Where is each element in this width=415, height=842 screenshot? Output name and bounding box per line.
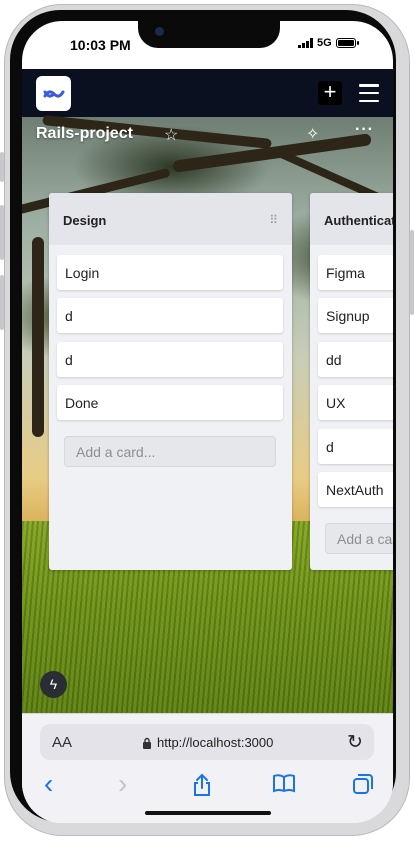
card[interactable]: dd (318, 342, 393, 377)
mute-switch (0, 152, 4, 182)
hamburger-menu-icon[interactable] (359, 84, 379, 102)
card[interactable]: UX (318, 385, 393, 420)
list-title: Design (63, 213, 107, 228)
list-header[interactable]: Authentication (310, 193, 393, 245)
drag-handle-icon[interactable]: ⠿ (269, 213, 278, 227)
volume-down-button (0, 275, 4, 330)
list-design: Design ⠿ Login d d Done Add a card... (49, 193, 292, 570)
power-button (410, 230, 414, 315)
board-title[interactable]: Rails-project (36, 125, 133, 143)
lock-icon (142, 737, 152, 752)
forward-icon[interactable]: › (118, 768, 127, 800)
network-label: 5G (317, 37, 332, 49)
camera-icon (155, 27, 164, 36)
share-icon[interactable] (192, 773, 212, 803)
card[interactable]: NextAuth (318, 472, 393, 507)
volume-up-button (0, 205, 4, 260)
list-authentication: Authentication Figma Signup dd UX d Next… (310, 193, 393, 570)
status-time: 10:03 PM (70, 37, 131, 53)
logo-mark-icon (43, 89, 64, 98)
card[interactable]: d (57, 298, 283, 333)
tabs-icon[interactable] (352, 773, 374, 801)
card[interactable]: Done (57, 385, 283, 420)
url-text: http://localhost:3000 (157, 735, 274, 750)
card[interactable]: d (318, 429, 393, 464)
app-navbar: + (22, 69, 393, 117)
bookmarks-icon[interactable] (272, 773, 296, 799)
home-indicator[interactable] (145, 811, 271, 815)
battery-icon (335, 38, 359, 48)
list-title: Authentication (324, 213, 393, 228)
app-logo[interactable] (36, 76, 71, 111)
status-indicators: 5G (298, 37, 359, 49)
add-card-input[interactable]: Add a card... (325, 523, 393, 554)
card[interactable]: d (57, 342, 283, 377)
sparkle-icon[interactable]: ✧ (306, 124, 319, 144)
card[interactable]: Figma (318, 255, 393, 290)
signal-icon (298, 38, 313, 48)
card[interactable]: Signup (318, 298, 393, 333)
add-button[interactable]: + (318, 81, 342, 105)
address-bar[interactable]: AA http://localhost:3000 ↻ (40, 724, 374, 760)
list-header[interactable]: Design ⠿ (49, 193, 292, 245)
screen: 10:03 PM 5G + Rails-project ☆ ✧ ··· Desi (22, 21, 393, 823)
star-icon[interactable]: ☆ (164, 125, 178, 145)
more-options-icon[interactable]: ··· (355, 121, 374, 139)
back-icon[interactable]: ‹ (44, 768, 53, 800)
safari-toolbar: AA http://localhost:3000 ↻ ‹ › (22, 713, 393, 823)
card[interactable]: Login (57, 255, 283, 290)
text-size-button[interactable]: AA (52, 734, 72, 751)
reload-icon[interactable]: ↻ (347, 731, 363, 754)
add-card-input[interactable]: Add a card... (64, 436, 276, 467)
bolt-icon[interactable]: ϟ (40, 671, 67, 698)
